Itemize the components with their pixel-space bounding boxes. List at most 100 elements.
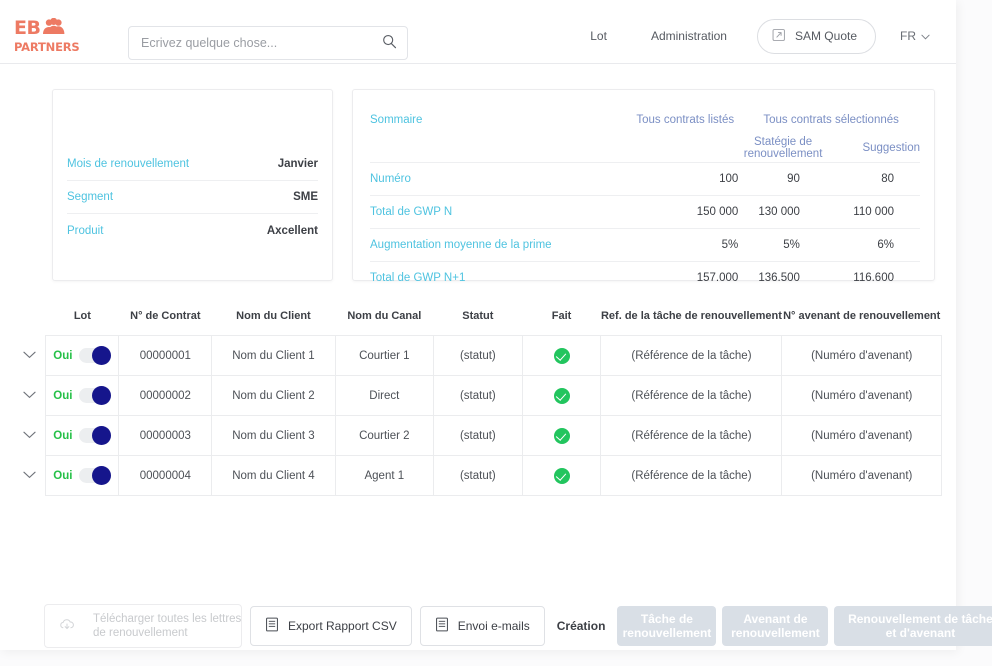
lot-toggle-label: Oui bbox=[53, 429, 73, 442]
page-root: EB PARTNERS Ecrivez quelque chose... Lot… bbox=[0, 0, 992, 666]
cell-amendment-number: (Numéro d'avenant) bbox=[781, 375, 942, 416]
people-icon bbox=[42, 17, 66, 40]
send-emails-button[interactable]: Envoi e-mails bbox=[419, 606, 545, 646]
language-label: FR bbox=[900, 29, 916, 43]
chevron-down-icon bbox=[921, 29, 930, 43]
chevron-down-icon[interactable] bbox=[23, 471, 36, 479]
cell-status: (statut) bbox=[433, 335, 523, 376]
summary-cell-suggestion: 6% bbox=[823, 227, 920, 261]
info-value: SME bbox=[293, 191, 318, 203]
search-button[interactable] bbox=[371, 27, 407, 59]
export-csv-button[interactable]: Export Rapport CSV bbox=[250, 606, 412, 646]
column-header-avenant: N° avenant de renouvellement bbox=[783, 310, 941, 322]
cell-client-name: Nom du Client 1 bbox=[211, 335, 336, 376]
btn-line2: renouvellement bbox=[731, 626, 820, 640]
table-row[interactable]: Oui 00000001 Nom du Client 1 Courtier 1 … bbox=[14, 335, 942, 376]
lot-toggle[interactable]: Oui bbox=[46, 346, 118, 365]
table-row[interactable]: Oui 00000003 Nom du Client 3 Courtier 2 … bbox=[14, 415, 942, 456]
info-key: Mois de renouvellement bbox=[67, 158, 190, 170]
column-header-contract: N° de Contrat bbox=[130, 310, 201, 322]
document-icon bbox=[265, 617, 279, 635]
summary-row-label: Augmentation moyenne de la prime bbox=[370, 227, 629, 261]
toggle-knob bbox=[92, 426, 112, 445]
summary-row-label: Total de GWP N bbox=[370, 194, 629, 228]
create-renewal-task-button[interactable]: Tâche de renouvellement bbox=[617, 606, 717, 646]
contracts-header-row: Lot N° de Contrat Nom du Client Nom du C… bbox=[14, 310, 942, 336]
lot-toggle-switch[interactable] bbox=[79, 346, 112, 365]
search-icon bbox=[382, 34, 397, 52]
cell-client-name: Nom du Client 3 bbox=[211, 415, 336, 456]
table-row[interactable]: Oui 00000002 Nom du Client 2 Direct (sta… bbox=[14, 375, 942, 416]
cell-done-status bbox=[521, 415, 602, 456]
column-header-canal: Nom du Canal bbox=[347, 310, 422, 322]
summary-cell-suggestion: 116.600 bbox=[823, 260, 920, 294]
cell-task-reference: (Référence de la tâche) bbox=[600, 455, 783, 496]
toggle-knob bbox=[92, 466, 112, 485]
cell-channel-name: Courtier 1 bbox=[334, 335, 435, 376]
summary-sub-header-row: Statégie de renouvellement Suggestion bbox=[370, 135, 920, 162]
lot-toggle[interactable]: Oui bbox=[46, 426, 118, 445]
lot-toggle[interactable]: Oui bbox=[46, 386, 118, 405]
info-key: Produit bbox=[67, 224, 104, 237]
row-expander-cell[interactable] bbox=[14, 376, 46, 416]
row-expander-cell[interactable] bbox=[14, 456, 46, 496]
logo-word-text: PARTNERS bbox=[14, 39, 80, 54]
toggle-knob bbox=[92, 386, 112, 405]
cell-contract-number: 00000002 bbox=[118, 375, 213, 416]
contracts-grid: Lot N° de Contrat Nom du Client Nom du C… bbox=[14, 310, 942, 496]
cell-status: (statut) bbox=[433, 375, 523, 416]
nav-link-administration[interactable]: Administration bbox=[629, 29, 749, 43]
cell-channel-name: Agent 1 bbox=[334, 455, 435, 496]
summary-table-head: Sommaire Tous contrats listés Tous contr… bbox=[370, 104, 920, 162]
column-header-fait: Fait bbox=[551, 310, 572, 322]
summary-row-gwp-n: Total de GWP N 150 000 130 000 110 000 bbox=[370, 194, 920, 228]
chevron-down-icon[interactable] bbox=[23, 391, 36, 399]
nav-link-lot[interactable]: Lot bbox=[568, 29, 629, 43]
summary-row-label: Numéro bbox=[370, 161, 629, 195]
contracts-table: Lot N° de Contrat Nom du Client Nom du C… bbox=[14, 310, 942, 496]
download-label-line2: de renouvellement bbox=[93, 627, 188, 639]
creation-group-label: Création bbox=[556, 619, 606, 633]
cell-lot-toggle[interactable]: Oui bbox=[45, 335, 120, 376]
summary-subhead-strategy: Statégie de renouvellement bbox=[743, 136, 823, 161]
cell-client-name: Nom du Client 2 bbox=[211, 375, 336, 416]
summary-table-body: Numéro 100 90 80 Total de GWP N 150 000 … bbox=[370, 161, 920, 294]
header-nav: Lot Administration SAM Quote FR bbox=[568, 8, 944, 64]
lot-toggle-switch[interactable] bbox=[79, 426, 112, 445]
toggle-knob bbox=[92, 346, 112, 365]
summary-cell-listed: 100 bbox=[628, 161, 743, 195]
lot-toggle-switch[interactable] bbox=[79, 466, 112, 485]
search-input[interactable] bbox=[129, 36, 371, 50]
cell-lot-toggle[interactable]: Oui bbox=[45, 375, 120, 416]
btn-line2: renouvellement bbox=[622, 626, 712, 640]
cell-amendment-number: (Numéro d'avenant) bbox=[781, 415, 942, 456]
row-expander-cell[interactable] bbox=[14, 336, 46, 376]
create-renewal-amendment-button[interactable]: Avenant de renouvellement bbox=[722, 606, 829, 646]
cell-lot-toggle[interactable]: Oui bbox=[45, 455, 120, 496]
table-row[interactable]: Oui 00000004 Nom du Client 4 Agent 1 (st… bbox=[14, 455, 942, 496]
chevron-down-icon[interactable] bbox=[23, 431, 36, 439]
external-window-icon bbox=[772, 28, 786, 45]
logo-top-row: EB bbox=[14, 17, 92, 40]
row-expander-cell[interactable] bbox=[14, 416, 46, 456]
summary-sub-spacer bbox=[370, 135, 628, 162]
check-circle-icon bbox=[553, 347, 570, 364]
cell-client-name: Nom du Client 4 bbox=[211, 455, 336, 496]
cell-done-status bbox=[521, 375, 602, 416]
cell-amendment-number: (Numéro d'avenant) bbox=[781, 335, 942, 376]
brand-logo[interactable]: EB PARTNERS bbox=[14, 17, 92, 54]
chevron-down-icon[interactable] bbox=[23, 351, 36, 359]
language-selector[interactable]: FR bbox=[876, 29, 944, 43]
lot-toggle-switch[interactable] bbox=[79, 386, 112, 405]
sam-quote-button[interactable]: SAM Quote bbox=[756, 18, 876, 54]
cell-lot-toggle[interactable]: Oui bbox=[45, 415, 120, 456]
btn-line1: Renouvellement de tâche bbox=[848, 612, 992, 626]
check-circle-icon bbox=[553, 427, 570, 444]
check-circle-icon bbox=[553, 467, 570, 484]
cell-status: (statut) bbox=[433, 415, 523, 456]
cell-channel-name: Courtier 2 bbox=[334, 415, 435, 456]
lot-toggle[interactable]: Oui bbox=[46, 466, 118, 485]
lot-toggle-label: Oui bbox=[53, 349, 73, 362]
create-renewal-task-and-amendment-button[interactable]: Renouvellement de tâche et d'avenant bbox=[834, 606, 992, 646]
search-box[interactable] bbox=[128, 26, 408, 60]
